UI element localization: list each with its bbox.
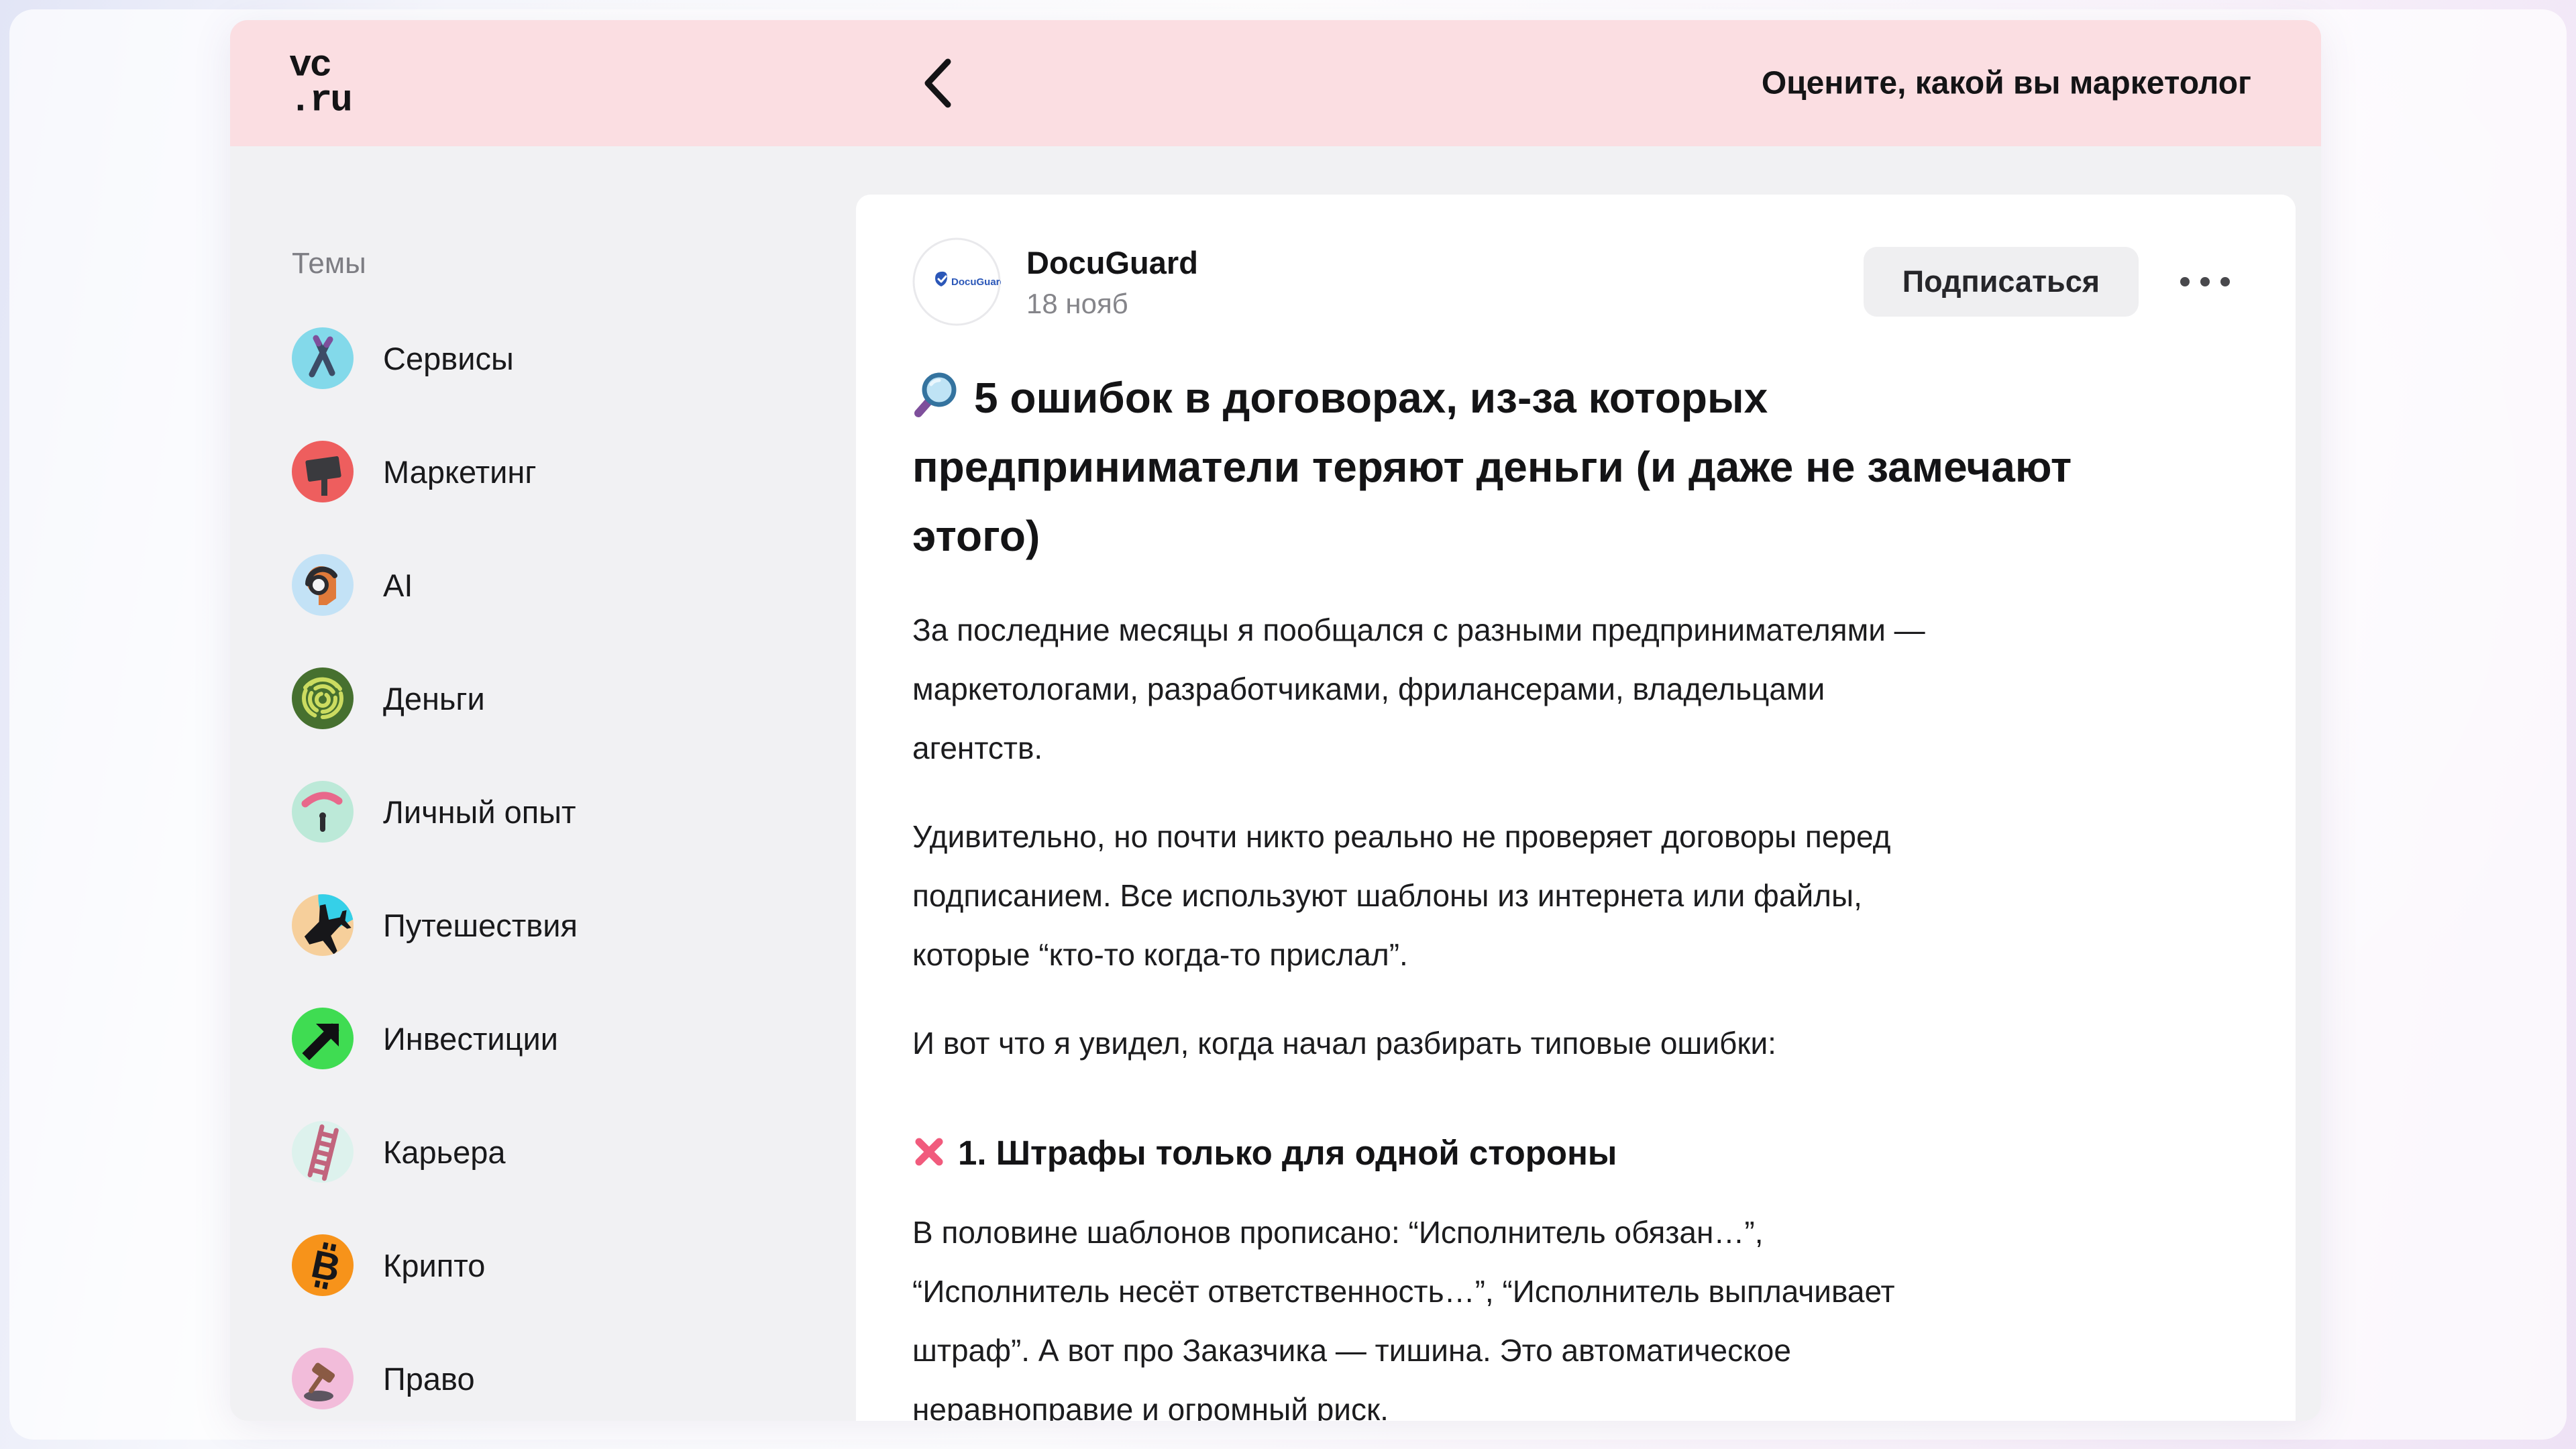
sidebar-item-investments[interactable]: Инвестиции — [292, 1008, 856, 1069]
sidebar-item-label: Крипто — [383, 1247, 485, 1284]
airplane-icon — [292, 894, 354, 956]
section-heading-text: 1. Штрафы только для одной стороны — [958, 1134, 1617, 1172]
ladder-icon — [292, 1121, 354, 1183]
publish-date: 18 нояб — [1026, 288, 1198, 320]
arrow-up-right-icon — [292, 1008, 354, 1069]
author-info: DocuGuard 18 нояб — [1026, 244, 1198, 320]
docuguard-avatar[interactable]: DocuGuard — [912, 237, 1001, 326]
sidebar-item-money[interactable]: Деньги — [292, 667, 856, 729]
paraglider-icon — [292, 781, 354, 843]
sidebar-item-label: Личный опыт — [383, 794, 576, 830]
sidebar-item-ai[interactable]: AI — [292, 554, 856, 616]
article-title-text: 5 ошибок в договорах, из-за которых пред… — [912, 374, 2072, 560]
ai-head-icon — [292, 554, 354, 616]
paragraph: Удивительно, но почти никто реально не п… — [912, 807, 2239, 984]
magnifier-emoji-icon — [912, 371, 961, 419]
sidebar-item-label: Инвестиции — [383, 1020, 558, 1057]
app-body: Темы Сервисы — [230, 146, 2321, 1421]
sidebar-item-label: Право — [383, 1360, 475, 1397]
article-card: DocuGuard DocuGuard 18 нояб Подписаться — [856, 195, 2296, 1421]
svg-text:DocuGuard: DocuGuard — [951, 276, 1001, 288]
sidebar-item-marketing[interactable]: Маркетинг — [292, 441, 856, 502]
sidebar-title: Темы — [292, 247, 856, 280]
top-header: vc .ru Оцените, какой вы маркетолог — [230, 20, 2321, 146]
article-author-row: DocuGuard DocuGuard 18 нояб Подписаться — [912, 237, 2239, 326]
header-promo-link[interactable]: Оцените, какой вы маркетолог — [1762, 65, 2251, 102]
sidebar-item-label: Сервисы — [383, 340, 514, 377]
sidebar-item-crypto[interactable]: B Крипто — [292, 1234, 856, 1296]
sidebar-item-law[interactable]: Право — [292, 1348, 856, 1409]
cross-mark-emoji-icon — [912, 1135, 946, 1169]
author-name[interactable]: DocuGuard — [1026, 244, 1198, 281]
more-options-icon[interactable] — [2171, 264, 2239, 300]
gavel-icon — [292, 1348, 354, 1409]
sidebar-item-personal-experience[interactable]: Личный опыт — [292, 781, 856, 843]
subscribe-button[interactable]: Подписаться — [1864, 247, 2139, 317]
topics-sidebar: Темы Сервисы — [230, 146, 856, 1421]
sidebar-item-label: Деньги — [383, 680, 485, 717]
paragraph: За последние месяцы я пообщался с разным… — [912, 600, 2239, 777]
billboard-icon — [292, 441, 354, 502]
sidebar-item-label: AI — [383, 567, 413, 604]
sidebar-item-label: Маркетинг — [383, 453, 537, 490]
fingerprint-icon — [292, 667, 354, 729]
article-title: 5 ошибок в договорах, из-за которых пред… — [912, 364, 2239, 571]
sidebar-item-travel[interactable]: Путешествия — [292, 894, 856, 956]
sidebar-item-services[interactable]: Сервисы — [292, 327, 856, 389]
back-chevron-icon[interactable] — [918, 55, 956, 111]
paragraph: В половине шаблонов прописано: “Исполнит… — [912, 1203, 2239, 1421]
sidebar-item-career[interactable]: Карьера — [292, 1121, 856, 1183]
main-column: DocuGuard DocuGuard 18 нояб Подписаться — [856, 146, 2321, 1421]
tools-icon — [292, 327, 354, 389]
sidebar-item-label: Карьера — [383, 1134, 506, 1171]
page-background: vc .ru Оцените, какой вы маркетолог Темы — [0, 0, 2576, 1449]
vcru-logo[interactable]: vc .ru — [289, 48, 351, 117]
sidebar-item-label: Путешествия — [383, 907, 578, 944]
section-heading: 1. Штрафы только для одной стороны — [912, 1133, 2239, 1173]
paragraph: И вот что я увидел, когда начал разбират… — [912, 1014, 2239, 1073]
bitcoin-icon: B — [292, 1234, 354, 1296]
vcru-app-window: vc .ru Оцените, какой вы маркетолог Темы — [230, 20, 2321, 1421]
